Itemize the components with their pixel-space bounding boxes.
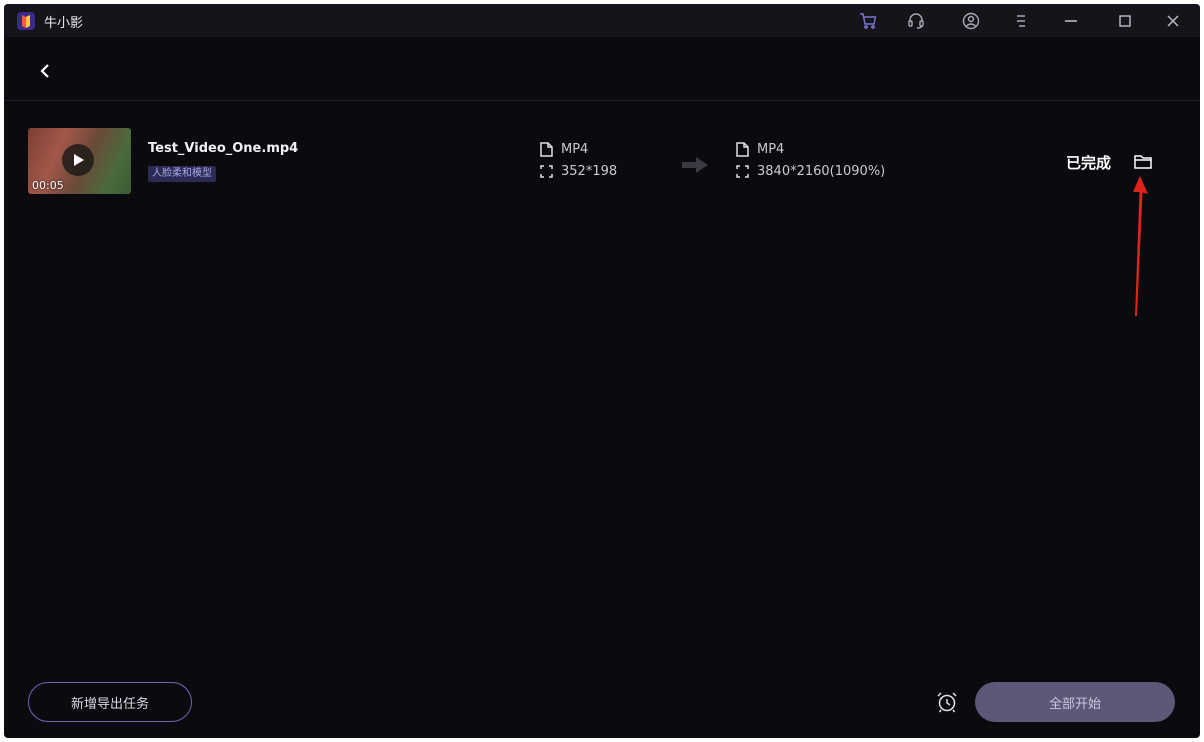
open-folder-button[interactable]: [1132, 151, 1154, 171]
start-all-button[interactable]: 全部开始: [975, 682, 1175, 722]
output-resolution: 3840*2160(1090%): [757, 163, 886, 179]
app-title: 牛小影: [44, 16, 84, 31]
header-divider: [4, 100, 1200, 101]
user-icon[interactable]: [960, 10, 982, 32]
file-icon: [540, 141, 553, 157]
source-info: MP4 352*198: [540, 138, 617, 182]
cart-icon[interactable]: [857, 10, 879, 32]
source-resolution: 352*198: [561, 163, 618, 179]
file-name: Test_Video_One.mp4: [148, 141, 299, 156]
resolution-icon: [736, 164, 749, 178]
video-thumbnail[interactable]: 00:05: [28, 128, 131, 194]
video-duration: 00:05: [32, 179, 64, 192]
headset-icon[interactable]: [905, 10, 927, 32]
play-icon: [74, 154, 84, 166]
status-badge: 已完成: [1066, 154, 1112, 172]
app-window: 牛小影 00:05 Test_Video_One.mp4 人脸柔和模型 MP4 …: [4, 4, 1200, 738]
menu-icon[interactable]: [1010, 10, 1032, 32]
annotation-arrow: [1133, 176, 1148, 316]
model-tag: 人脸柔和模型: [148, 166, 216, 182]
alarm-clock-icon[interactable]: [934, 689, 960, 715]
source-format: MP4: [561, 141, 589, 157]
minimize-icon[interactable]: [1060, 10, 1082, 32]
resolution-icon: [540, 164, 553, 178]
app-logo-icon: [17, 12, 35, 30]
folder-icon: [1134, 154, 1152, 169]
maximize-icon[interactable]: [1114, 10, 1136, 32]
arrow-right-icon: [682, 157, 708, 173]
add-export-task-button[interactable]: 新增导出任务: [28, 682, 192, 722]
play-button[interactable]: [62, 144, 94, 176]
output-format: MP4: [757, 141, 785, 157]
file-icon: [736, 141, 749, 157]
title-bar: 牛小影: [4, 4, 1200, 37]
output-info: MP4 3840*2160(1090%): [736, 138, 885, 182]
chevron-left-icon: [40, 64, 49, 78]
close-icon[interactable]: [1162, 10, 1184, 32]
back-button[interactable]: [34, 58, 56, 84]
